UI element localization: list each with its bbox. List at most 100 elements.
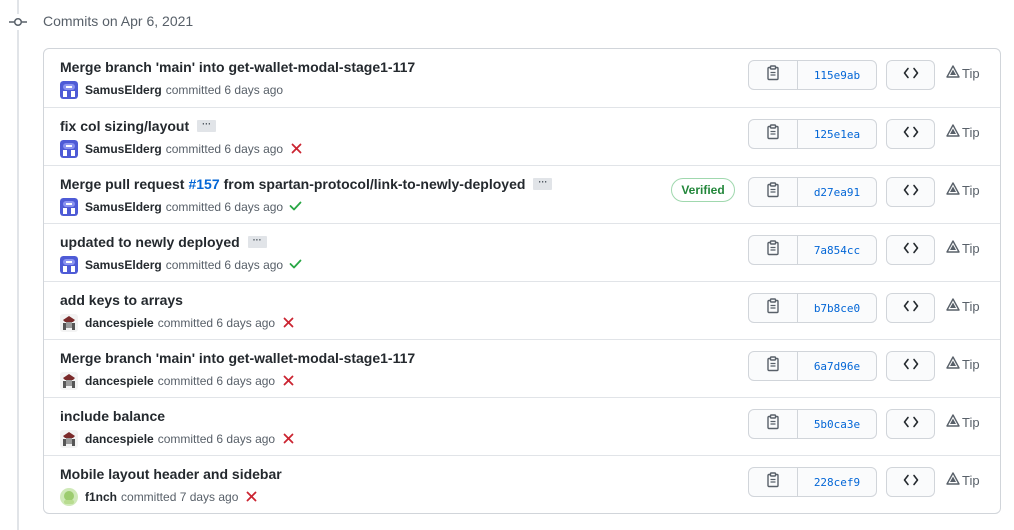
commit-title[interactable]: add keys to arrays	[60, 292, 183, 308]
code-icon	[903, 241, 919, 259]
commit-title-text[interactable]: updated to newly deployed	[60, 234, 240, 250]
code-icon	[903, 299, 919, 317]
copy-sha-button[interactable]	[749, 61, 798, 89]
commit-author[interactable]: SamusElderg	[85, 83, 162, 97]
status-pass-icon[interactable]	[289, 200, 302, 214]
sha-button-group: d27ea91	[748, 177, 877, 207]
clipboard-icon	[766, 413, 780, 435]
status-fail-icon[interactable]	[291, 141, 302, 157]
status-fail-icon[interactable]	[283, 431, 294, 447]
commit-title-text[interactable]: Mobile layout header and sidebar	[60, 466, 282, 482]
commit-title-text[interactable]: Merge pull request	[60, 176, 184, 192]
commit-title-text[interactable]: Merge branch 'main' into get-wallet-moda…	[60, 350, 415, 366]
commit-meta: dancespiele committed 6 days ago	[60, 372, 294, 390]
clipboard-icon	[766, 123, 780, 145]
copy-sha-button[interactable]	[749, 352, 798, 380]
commit-sha-link[interactable]: d27ea91	[798, 178, 876, 206]
commit-sha-link[interactable]: 115e9ab	[798, 61, 876, 89]
copy-sha-button[interactable]	[749, 294, 798, 322]
tip-button[interactable]: Tip	[946, 412, 980, 432]
tip-label: Tip	[962, 298, 980, 314]
tip-button[interactable]: Tip	[946, 238, 980, 258]
browse-repository-button[interactable]	[886, 177, 935, 207]
commit-title-text[interactable]: add keys to arrays	[60, 292, 183, 308]
code-icon	[903, 183, 919, 201]
avatar[interactable]	[60, 198, 78, 216]
avatar[interactable]	[60, 256, 78, 274]
avatar[interactable]	[60, 372, 78, 390]
verified-badge[interactable]: Verified	[671, 178, 735, 202]
tip-icon	[946, 472, 962, 488]
tip-label: Tip	[962, 240, 980, 256]
commit-title-text[interactable]: from spartan-protocol/link-to-newly-depl…	[224, 176, 526, 192]
commit-author[interactable]: f1nch	[85, 490, 117, 504]
commit-time: committed 6 days ago	[157, 316, 276, 330]
avatar[interactable]	[60, 81, 78, 99]
commit-title[interactable]: Merge branch 'main' into get-wallet-moda…	[60, 59, 415, 75]
commit-group-date: Commits on Apr 6, 2021	[43, 13, 194, 29]
commit-author[interactable]: SamusElderg	[85, 200, 162, 214]
tip-icon	[946, 65, 962, 81]
pull-request-link[interactable]: #157	[188, 176, 219, 192]
tip-button[interactable]: Tip	[946, 180, 980, 200]
avatar[interactable]	[60, 488, 78, 506]
browse-repository-button[interactable]	[886, 119, 935, 149]
status-fail-icon[interactable]	[283, 315, 294, 331]
status-pass-icon[interactable]	[289, 258, 302, 272]
commit-author[interactable]: dancespiele	[85, 374, 154, 388]
commit-meta: f1nch committed 7 days ago	[60, 488, 257, 506]
status-fail-icon[interactable]	[246, 489, 257, 505]
commit-title[interactable]: include balance	[60, 408, 165, 424]
commit-title[interactable]: fix col sizing/layout ···	[60, 118, 217, 134]
commit-sha-link[interactable]: b7b8ce0	[798, 294, 876, 322]
copy-sha-button[interactable]	[749, 468, 798, 496]
browse-repository-button[interactable]	[886, 293, 935, 323]
tip-icon	[946, 124, 962, 140]
commit-title[interactable]: Merge pull request #157 from spartan-proto…	[60, 176, 553, 192]
commit-sha-link[interactable]: 228cef9	[798, 468, 876, 496]
tip-button[interactable]: Tip	[946, 122, 980, 142]
commit-author[interactable]: SamusElderg	[85, 142, 162, 156]
commit-time: committed 6 days ago	[165, 200, 284, 214]
commit-group-header: Commits on Apr 6, 2021	[0, 8, 1014, 36]
tip-button[interactable]: Tip	[946, 354, 980, 374]
sha-button-group: 5b0ca3e	[748, 409, 877, 439]
avatar[interactable]	[60, 430, 78, 448]
browse-repository-button[interactable]	[886, 467, 935, 497]
sha-button-group: 7a854cc	[748, 235, 877, 265]
code-icon	[903, 66, 919, 84]
copy-sha-button[interactable]	[749, 410, 798, 438]
avatar[interactable]	[60, 314, 78, 332]
copy-sha-button[interactable]	[749, 178, 798, 206]
browse-repository-button[interactable]	[886, 351, 935, 381]
commit-title-text[interactable]: fix col sizing/layout	[60, 118, 189, 134]
commit-author[interactable]: dancespiele	[85, 432, 154, 446]
commit-author[interactable]: SamusElderg	[85, 258, 162, 272]
commit-sha-link[interactable]: 5b0ca3e	[798, 410, 876, 438]
expand-description-button[interactable]: ···	[247, 236, 267, 248]
tip-button[interactable]: Tip	[946, 470, 980, 490]
tip-icon	[946, 414, 962, 430]
commit-row: include balance dancespiele committed 6 da…	[44, 397, 1000, 455]
commit-title-text[interactable]: include balance	[60, 408, 165, 424]
expand-description-button[interactable]: ···	[197, 120, 217, 132]
commit-title[interactable]: Mobile layout header and sidebar	[60, 466, 282, 482]
commit-title[interactable]: updated to newly deployed ···	[60, 234, 267, 250]
commit-sha-link[interactable]: 7a854cc	[798, 236, 876, 264]
commit-title-text[interactable]: Merge branch 'main' into get-wallet-moda…	[60, 59, 415, 75]
browse-repository-button[interactable]	[886, 60, 935, 90]
avatar[interactable]	[60, 140, 78, 158]
copy-sha-button[interactable]	[749, 236, 798, 264]
commit-list: Merge branch 'main' into get-wallet-moda…	[43, 48, 1001, 514]
expand-description-button[interactable]: ···	[533, 178, 553, 190]
copy-sha-button[interactable]	[749, 120, 798, 148]
commit-sha-link[interactable]: 6a7d96e	[798, 352, 876, 380]
commit-sha-link[interactable]: 125e1ea	[798, 120, 876, 148]
commit-author[interactable]: dancespiele	[85, 316, 154, 330]
tip-button[interactable]: Tip	[946, 63, 980, 83]
status-fail-icon[interactable]	[283, 373, 294, 389]
tip-button[interactable]: Tip	[946, 296, 980, 316]
commit-title[interactable]: Merge branch 'main' into get-wallet-moda…	[60, 350, 415, 366]
browse-repository-button[interactable]	[886, 235, 935, 265]
browse-repository-button[interactable]	[886, 409, 935, 439]
